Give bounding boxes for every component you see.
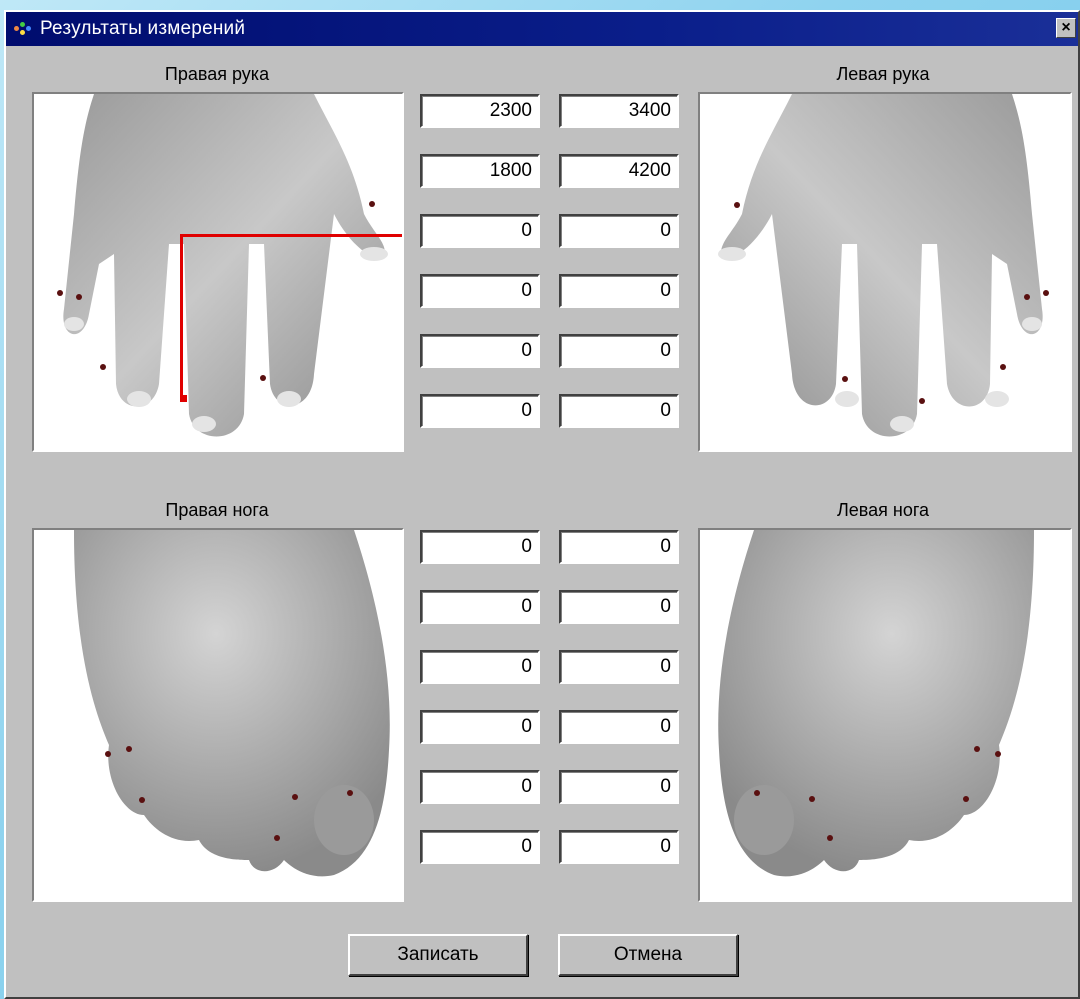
left-foot-value-5[interactable] xyxy=(559,770,679,804)
left-hand-value-3[interactable] xyxy=(559,214,679,248)
left-hand-value-6[interactable] xyxy=(559,394,679,428)
pointer-line-horizontal xyxy=(180,234,402,237)
left-foot-value-3[interactable] xyxy=(559,650,679,684)
point-marker xyxy=(292,794,298,800)
point-marker xyxy=(274,835,280,841)
point-marker xyxy=(734,202,740,208)
point-marker xyxy=(260,375,266,381)
right-hand-value-5[interactable] xyxy=(420,334,540,368)
cancel-button[interactable]: Отмена xyxy=(558,934,738,976)
save-button[interactable]: Записать xyxy=(348,934,528,976)
app-icon xyxy=(14,20,34,38)
right-hand-value-6[interactable] xyxy=(420,394,540,428)
right-foot-value-3[interactable] xyxy=(420,650,540,684)
point-marker xyxy=(995,751,1001,757)
right-hand-value-4[interactable] xyxy=(420,274,540,308)
right-foot-value-6[interactable] xyxy=(420,830,540,864)
left-hand-value-2[interactable] xyxy=(559,154,679,188)
measurement-results-dialog: Результаты измерений × Правая рука Левая… xyxy=(4,10,1080,999)
title-bar: Результаты измерений × xyxy=(6,12,1078,46)
pointer-line-vertical xyxy=(180,234,183,400)
left-hand-label: Левая рука xyxy=(836,64,930,84)
point-marker xyxy=(842,376,848,382)
right-hand-value-3[interactable] xyxy=(420,214,540,248)
right-foot-illustration xyxy=(74,530,390,877)
point-marker xyxy=(347,790,353,796)
left-hand-value-5[interactable] xyxy=(559,334,679,368)
right-foot-value-1[interactable] xyxy=(420,530,540,564)
right-foot-value-4[interactable] xyxy=(420,710,540,744)
point-marker xyxy=(76,294,82,300)
right-hand-label: Правая рука xyxy=(164,64,270,84)
right-hand-value-2[interactable] xyxy=(420,154,540,188)
left-hand-value-4[interactable] xyxy=(559,274,679,308)
point-marker xyxy=(1024,294,1030,300)
point-marker xyxy=(139,797,145,803)
point-marker xyxy=(100,364,106,370)
left-foot-value-1[interactable] xyxy=(559,530,679,564)
left-hand-illustration xyxy=(718,94,1049,437)
left-foot-value-2[interactable] xyxy=(559,590,679,624)
point-marker xyxy=(369,201,375,207)
window-title: Результаты измерений xyxy=(40,18,246,39)
right-foot-value-5[interactable] xyxy=(420,770,540,804)
left-foot-value-6[interactable] xyxy=(559,830,679,864)
point-marker xyxy=(754,790,760,796)
right-hand-value-1[interactable] xyxy=(420,94,540,128)
left-foot-image[interactable] xyxy=(698,528,1072,902)
left-foot-illustration xyxy=(718,530,1034,877)
close-button[interactable]: × xyxy=(1056,18,1076,38)
point-marker xyxy=(57,290,63,296)
point-marker xyxy=(809,796,815,802)
point-marker xyxy=(827,835,833,841)
right-foot-label: Правая нога xyxy=(165,500,269,520)
point-marker xyxy=(919,398,925,404)
right-hand-illustration xyxy=(57,94,388,437)
left-foot-value-4[interactable] xyxy=(559,710,679,744)
point-marker xyxy=(963,796,969,802)
right-foot-image[interactable] xyxy=(32,528,404,902)
point-marker xyxy=(105,751,111,757)
right-hand-image[interactable] xyxy=(32,92,404,452)
left-foot-label: Левая нога xyxy=(836,500,930,520)
point-marker xyxy=(126,746,132,752)
point-marker xyxy=(1043,290,1049,296)
left-hand-image[interactable] xyxy=(698,92,1072,452)
left-hand-value-1[interactable] xyxy=(559,94,679,128)
right-foot-value-2[interactable] xyxy=(420,590,540,624)
point-marker xyxy=(974,746,980,752)
point-marker xyxy=(1000,364,1006,370)
